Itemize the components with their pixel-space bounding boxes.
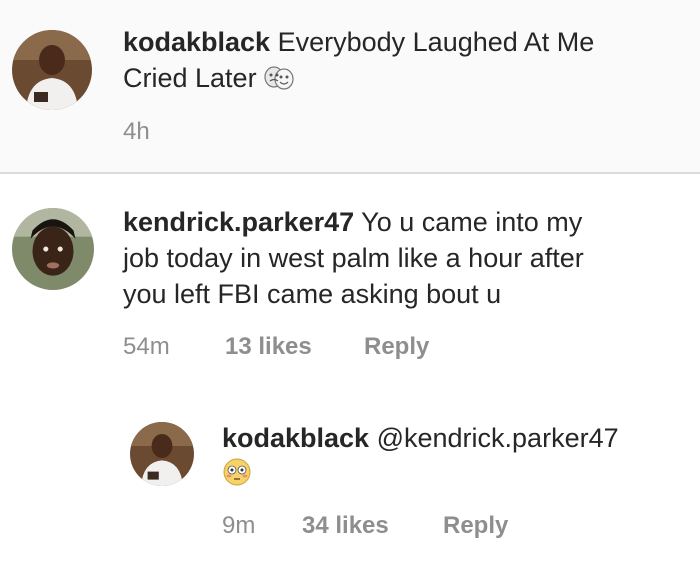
comment-time: 54m	[123, 333, 170, 360]
caption-line1: Everybody Laughed At Me	[277, 27, 595, 57]
reply-text: kodakblack @kendrick.parker47	[222, 420, 692, 496]
comment-line2: job today in west palm like a hour after	[123, 243, 584, 273]
reply-reply-button[interactable]: Reply	[443, 511, 508, 541]
comment-username[interactable]: kendrick.parker47	[123, 207, 354, 237]
divider	[0, 172, 700, 174]
reply-username[interactable]: kodakblack	[222, 423, 369, 453]
reply-likes[interactable]: 34 likes	[302, 511, 389, 541]
kodakblack-avatar-image	[12, 30, 92, 110]
caption-line2: Cried Later	[123, 63, 257, 93]
comment-likes[interactable]: 13 likes	[225, 332, 312, 362]
kodakblack-reply-avatar-image	[130, 422, 194, 486]
flushed-face-icon	[222, 457, 252, 496]
caption-text: kodakblack Everybody Laughed At Me Cried…	[123, 24, 683, 100]
reply-mention[interactable]: @kendrick.parker47	[377, 423, 619, 453]
reply-avatar[interactable]	[130, 422, 194, 486]
comment-reply-button[interactable]: Reply	[364, 332, 429, 362]
caption-time: 4h	[123, 118, 150, 145]
caption-username[interactable]: kodakblack	[123, 27, 270, 57]
reply-time: 9m	[222, 512, 256, 539]
caption-avatar[interactable]	[12, 30, 92, 110]
comment-avatar[interactable]	[12, 208, 94, 290]
comment-text: kendrick.parker47 Yo u came into my job …	[123, 204, 693, 312]
comment-line1: Yo u came into my	[361, 207, 583, 237]
comment-line3: you left FBI came asking bout u	[123, 279, 502, 309]
theater-masks-icon	[264, 64, 294, 100]
kendrick-avatar-image	[12, 208, 94, 290]
